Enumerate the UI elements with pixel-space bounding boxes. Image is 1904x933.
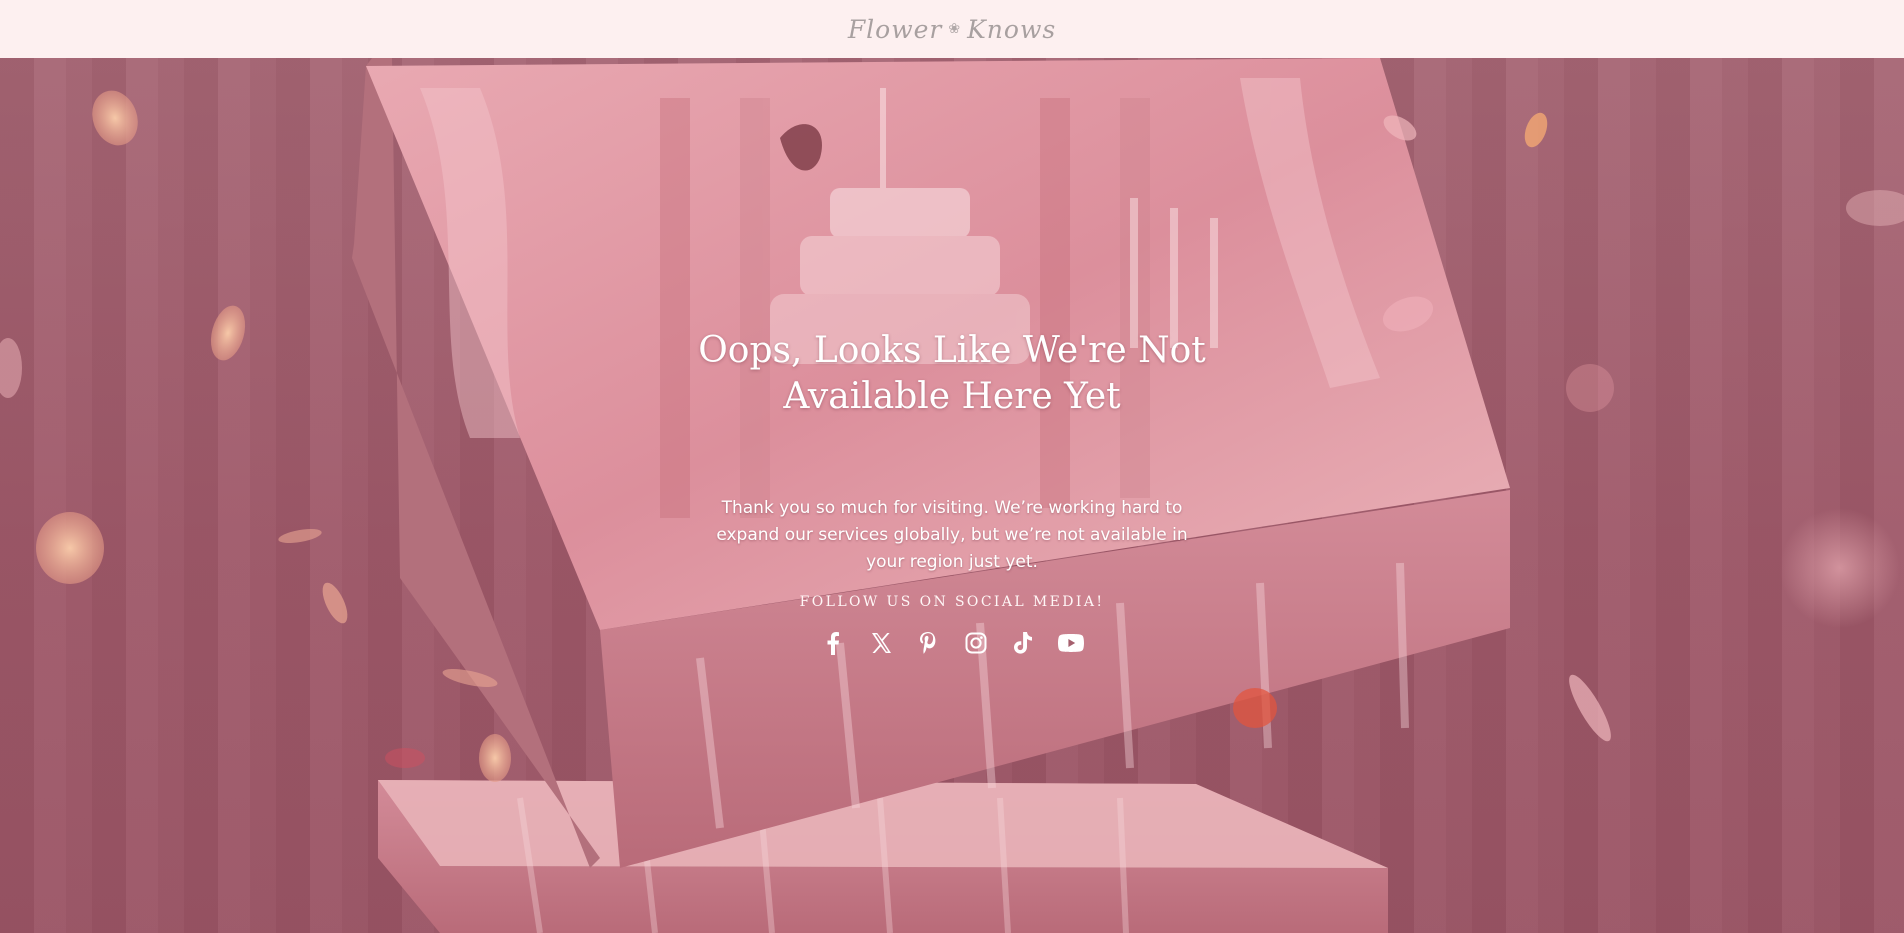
instagram-link[interactable]: [961, 628, 991, 658]
instagram-icon: [965, 632, 987, 654]
x-link[interactable]: [866, 628, 896, 658]
social-links: [818, 628, 1086, 658]
youtube-link[interactable]: [1056, 628, 1086, 658]
region-message: Thank you so much for visiting. We’re wo…: [716, 498, 1188, 572]
x-icon: [871, 633, 891, 653]
follow-label: FOLLOW US ON SOCIAL MEDIA!: [799, 594, 1105, 610]
tiktok-link[interactable]: [1008, 628, 1038, 658]
rose-icon: ❀: [948, 21, 962, 37]
pinterest-link[interactable]: [913, 628, 943, 658]
youtube-icon: [1057, 634, 1084, 652]
facebook-link[interactable]: [818, 628, 848, 658]
pinterest-icon: [920, 632, 936, 654]
hero-content: Oops, Looks Like We're Not Available Her…: [0, 58, 1904, 933]
brand-logo[interactable]: Flower ❀ Knows: [848, 15, 1056, 44]
tiktok-icon: [1014, 632, 1033, 654]
site-header: Flower ❀ Knows: [0, 0, 1904, 58]
page-title: Oops, Looks Like We're Not Available Her…: [698, 330, 1206, 417]
logo-word-knows: Knows: [967, 14, 1057, 44]
logo-word-flower: Flower: [847, 14, 943, 44]
facebook-icon: [827, 632, 839, 655]
